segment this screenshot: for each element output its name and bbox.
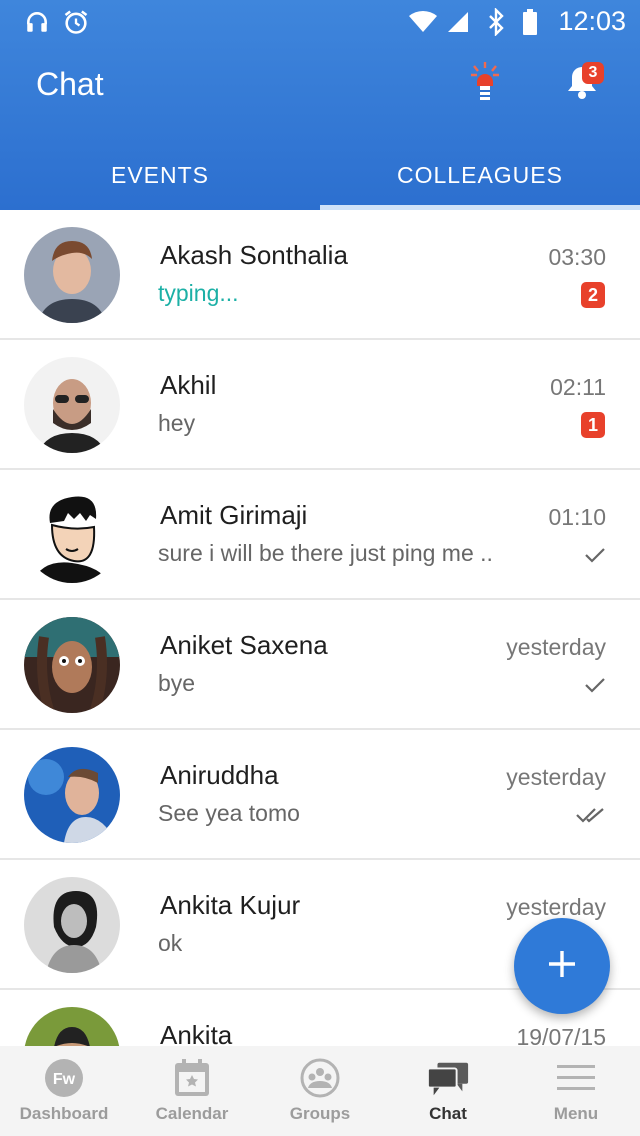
nav-menu[interactable]: Menu xyxy=(512,1046,640,1136)
siren-icon xyxy=(468,60,502,109)
nav-dashboard[interactable]: Fw Dashboard xyxy=(0,1046,128,1136)
message-time: yesterday xyxy=(506,634,606,660)
chat-row-akash-sonthalia[interactable]: Akash Sonthalia typing... 03:30 2 xyxy=(0,210,640,340)
nav-label: Menu xyxy=(553,1104,599,1123)
chat-row-akhil[interactable]: Akhil hey 02:11 1 xyxy=(0,340,640,470)
message-time: yesterday xyxy=(506,764,606,790)
fw-logo-icon: Fw xyxy=(42,1058,86,1098)
beacon-button[interactable] xyxy=(459,58,511,110)
nav-label: Calendar xyxy=(155,1104,229,1123)
contact-name: Ankita xyxy=(160,1020,233,1046)
message-preview: ok xyxy=(158,930,183,956)
chat-row-aniket-saxena[interactable]: Aniket Saxena bye yesterday xyxy=(0,600,640,730)
calendar-icon xyxy=(170,1058,214,1098)
status-time: 12:03 xyxy=(558,6,626,36)
notifications-button[interactable]: 3 xyxy=(556,58,608,110)
new-chat-button[interactable] xyxy=(514,918,610,1014)
avatar xyxy=(24,1007,120,1046)
chat-screen: 12:03 Chat 3 EVENTS COLLEAGUES Akash Son… xyxy=(0,0,640,1136)
header: 12:03 Chat 3 EVENTS COLLEAGUES xyxy=(0,0,640,210)
nav-label: Groups xyxy=(289,1104,351,1123)
svg-text:Fw: Fw xyxy=(53,1071,76,1088)
unread-badge: 1 xyxy=(581,412,605,438)
plus-icon xyxy=(546,948,578,985)
message-preview: typing... xyxy=(158,280,239,306)
chat-icon xyxy=(426,1058,470,1098)
page-title: Chat xyxy=(36,66,104,102)
nav-label: Chat xyxy=(429,1104,467,1123)
menu-icon xyxy=(554,1058,598,1098)
nav-chat[interactable]: Chat xyxy=(384,1046,512,1136)
avatar xyxy=(24,747,120,843)
contact-name: Amit Girimaji xyxy=(160,500,308,530)
groups-icon xyxy=(298,1058,342,1098)
nav-calendar[interactable]: Calendar xyxy=(128,1046,256,1136)
message-preview: See yea tomo xyxy=(158,800,300,826)
contact-name: Ankita Kujur xyxy=(160,890,301,920)
sent-check-icon xyxy=(584,676,606,699)
alarm-icon xyxy=(62,8,90,36)
signal-icon xyxy=(446,8,470,36)
avatar xyxy=(24,877,120,973)
message-preview: hey xyxy=(158,410,196,436)
message-time: 01:10 xyxy=(548,504,606,530)
chat-row-amit-girimaji[interactable]: Amit Girimaji sure i will be there just … xyxy=(0,470,640,600)
wifi-icon xyxy=(408,8,438,36)
delivered-double-check-icon xyxy=(576,806,606,829)
bluetooth-icon xyxy=(486,8,506,36)
contact-name: Akhil xyxy=(160,370,217,400)
nav-label: Dashboard xyxy=(19,1104,109,1123)
tab-events[interactable]: EVENTS xyxy=(0,140,320,210)
message-time: 19/07/15 xyxy=(516,1024,606,1046)
tab-bar: EVENTS COLLEAGUES xyxy=(0,140,640,210)
unread-badge: 2 xyxy=(581,282,605,308)
message-time: 03:30 xyxy=(548,244,606,270)
contact-name: Aniket Saxena xyxy=(160,630,328,660)
avatar xyxy=(24,227,120,323)
avatar xyxy=(24,487,120,583)
chat-row-aniruddha[interactable]: Aniruddha See yea tomo yesterday xyxy=(0,730,640,860)
message-time: 02:11 xyxy=(550,374,606,400)
bottom-nav: Fw Dashboard Calendar Groups Chat Menu xyxy=(0,1046,640,1136)
message-preview: sure i will be there just ping me .. xyxy=(158,540,493,566)
contact-name: Akash Sonthalia xyxy=(160,240,348,270)
message-preview: bye xyxy=(158,670,196,696)
avatar xyxy=(24,617,120,713)
status-bar: 12:03 xyxy=(0,0,640,44)
nav-groups[interactable]: Groups xyxy=(256,1046,384,1136)
notification-badge: 3 xyxy=(582,62,604,84)
avatar xyxy=(24,357,120,453)
message-time: yesterday xyxy=(506,894,606,920)
headphones-icon xyxy=(24,8,50,36)
sent-check-icon xyxy=(584,546,606,569)
tab-colleagues[interactable]: COLLEAGUES xyxy=(320,140,640,210)
battery-icon xyxy=(522,8,538,36)
contact-name: Aniruddha xyxy=(160,760,279,790)
